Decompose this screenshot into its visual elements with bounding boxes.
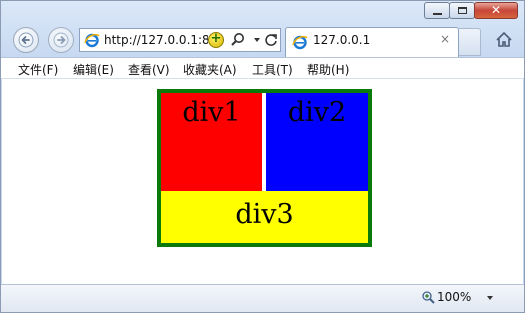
zoom-level[interactable]: 100% [437,290,471,304]
zoom-icon[interactable] [422,291,435,304]
browser-window: ✕ http://127.0.0.1:8 + 127.0.0.1 × 文件(F)… [0,0,525,313]
tab-label: 127.0.0.1 [313,33,371,47]
menu-favorites[interactable]: 收藏夹(A) [183,61,237,78]
tab-close-icon[interactable]: × [440,32,450,46]
close-icon: ✕ [490,3,502,17]
menu-bar: 文件(F) 编辑(E) 查看(V) 收藏夹(A) 工具(T) 帮助(H) [1,57,524,79]
search-icon[interactable] [230,32,252,48]
browser-tab[interactable]: 127.0.0.1 × [285,27,459,57]
address-url[interactable]: http://127.0.0.1:8 [104,29,208,51]
address-dropdown-icon[interactable] [254,38,260,42]
back-button[interactable] [13,27,39,53]
zoom-dropdown-icon[interactable] [487,296,493,300]
status-bar: 100% [1,284,524,312]
minimize-button[interactable] [424,2,450,19]
div2-box: div2 [266,93,368,191]
ie-page-icon [84,33,100,48]
menu-view[interactable]: 查看(V) [128,61,170,78]
back-arrow-icon [18,32,34,48]
maximize-button[interactable] [449,2,475,19]
new-tab-button[interactable] [459,28,481,56]
div3-label: div3 [235,199,294,230]
menu-help[interactable]: 帮助(H) [307,61,349,78]
forward-button[interactable] [48,27,74,53]
menu-tools[interactable]: 工具(T) [252,61,293,78]
ie-tab-icon [292,35,308,50]
div3-box: div3 [161,191,368,243]
div1-label: div1 [182,97,241,128]
outer-container: div1 div2 div3 [157,89,372,247]
compat-view-icon[interactable]: + [208,31,224,48]
div1-box: div1 [161,93,262,191]
address-bar[interactable]: http://127.0.0.1:8 + [79,28,281,52]
home-icon[interactable] [495,31,513,49]
div2-label: div2 [287,97,347,128]
forward-arrow-icon [53,32,69,48]
page-content: div1 div2 div3 [2,79,523,284]
menu-edit[interactable]: 编辑(E) [73,61,114,78]
refresh-icon[interactable] [264,32,278,48]
minimize-icon [433,13,442,15]
title-bar: ✕ [1,1,524,23]
navigation-bar: http://127.0.0.1:8 + 127.0.0.1 × [1,23,524,57]
compat-view-glyph: + [210,31,222,46]
maximize-icon [458,7,467,14]
menu-file[interactable]: 文件(F) [18,61,58,78]
close-button[interactable]: ✕ [474,2,518,19]
